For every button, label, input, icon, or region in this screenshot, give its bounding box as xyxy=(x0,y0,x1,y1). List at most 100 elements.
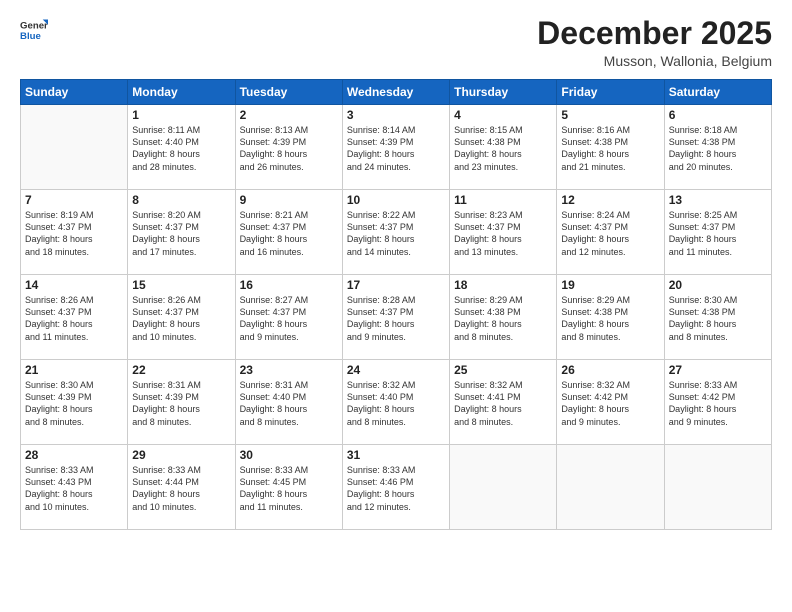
calendar-cell: 7Sunrise: 8:19 AM Sunset: 4:37 PM Daylig… xyxy=(21,190,128,275)
calendar-cell: 20Sunrise: 8:30 AM Sunset: 4:38 PM Dayli… xyxy=(664,275,771,360)
column-header-saturday: Saturday xyxy=(664,80,771,105)
cell-content: Sunrise: 8:33 AM Sunset: 4:42 PM Dayligh… xyxy=(669,379,767,428)
calendar-cell: 14 Sunrise: 8:26 AM Sunset: 4:37 PM Dayli… xyxy=(21,275,128,360)
svg-text:Blue: Blue xyxy=(20,31,41,42)
day-number: 31 xyxy=(347,448,445,462)
column-header-tuesday: Tuesday xyxy=(235,80,342,105)
cell-content: Sunrise: 8:19 AM Sunset: 4:37 PM Dayligh… xyxy=(25,209,123,258)
cell-content: Sunrise: 8:18 AM Sunset: 4:38 PM Dayligh… xyxy=(669,124,767,173)
calendar-cell: 17 Sunrise: 8:28 AM Sunset: 4:37 PM Dayli… xyxy=(342,275,449,360)
calendar-week-1: 1 Sunrise: 8:11 AM Sunset: 4:40 PM Daylig… xyxy=(21,105,772,190)
day-number: 1 xyxy=(132,108,230,122)
column-header-monday: Monday xyxy=(128,80,235,105)
cell-content: Sunrise: 8:32 AM Sunset: 4:42 PM Dayligh… xyxy=(561,379,659,428)
calendar-cell: 5Sunrise: 8:16 AM Sunset: 4:38 PM Daylig… xyxy=(557,105,664,190)
cell-content: Sunrise: 8:21 AM Sunset: 4:37 PM Dayligh… xyxy=(240,209,338,258)
cell-content: Sunrise: 8:30 AM Sunset: 4:39 PM Dayligh… xyxy=(25,379,123,428)
calendar-week-5: 28 Sunrise: 8:33 AM Sunset: 4:43 PM Dayli… xyxy=(21,445,772,530)
calendar-cell: 30 Sunrise: 8:33 AM Sunset: 4:45 PM Dayli… xyxy=(235,445,342,530)
day-number: 10 xyxy=(347,193,445,207)
cell-content: Sunrise: 8:26 AM Sunset: 4:37 PM Dayligh… xyxy=(132,294,230,343)
day-number: 11 xyxy=(454,193,552,207)
day-number: 20 xyxy=(669,278,767,292)
calendar-cell: 8 Sunrise: 8:20 AM Sunset: 4:37 PM Daylig… xyxy=(128,190,235,275)
calendar-cell: 27Sunrise: 8:33 AM Sunset: 4:42 PM Dayli… xyxy=(664,360,771,445)
calendar-cell: 26 Sunrise: 8:32 AM Sunset: 4:42 PM Dayli… xyxy=(557,360,664,445)
day-number: 14 xyxy=(25,278,123,292)
day-number: 17 xyxy=(347,278,445,292)
cell-content: Sunrise: 8:20 AM Sunset: 4:37 PM Dayligh… xyxy=(132,209,230,258)
calendar-cell: 28 Sunrise: 8:33 AM Sunset: 4:43 PM Dayli… xyxy=(21,445,128,530)
cell-content: Sunrise: 8:25 AM Sunset: 4:37 PM Dayligh… xyxy=(669,209,767,258)
calendar-cell: 9Sunrise: 8:21 AM Sunset: 4:37 PM Daylig… xyxy=(235,190,342,275)
calendar-week-4: 21Sunrise: 8:30 AM Sunset: 4:39 PM Dayli… xyxy=(21,360,772,445)
calendar-cell: 18Sunrise: 8:29 AM Sunset: 4:38 PM Dayli… xyxy=(450,275,557,360)
column-header-wednesday: Wednesday xyxy=(342,80,449,105)
cell-content: Sunrise: 8:22 AM Sunset: 4:37 PM Dayligh… xyxy=(347,209,445,258)
svg-text:General: General xyxy=(20,20,48,31)
calendar-cell: 19Sunrise: 8:29 AM Sunset: 4:38 PM Dayli… xyxy=(557,275,664,360)
day-number: 26 xyxy=(561,363,659,377)
calendar-cell: 22 Sunrise: 8:31 AM Sunset: 4:39 PM Dayli… xyxy=(128,360,235,445)
day-number: 22 xyxy=(132,363,230,377)
cell-content: Sunrise: 8:31 AM Sunset: 4:40 PM Dayligh… xyxy=(240,379,338,428)
calendar-cell: 13 Sunrise: 8:25 AM Sunset: 4:37 PM Dayli… xyxy=(664,190,771,275)
calendar-cell: 1 Sunrise: 8:11 AM Sunset: 4:40 PM Daylig… xyxy=(128,105,235,190)
calendar-cell xyxy=(557,445,664,530)
day-number: 2 xyxy=(240,108,338,122)
day-number: 25 xyxy=(454,363,552,377)
day-number: 4 xyxy=(454,108,552,122)
day-number: 16 xyxy=(240,278,338,292)
cell-content: Sunrise: 8:13 AM Sunset: 4:39 PM Dayligh… xyxy=(240,124,338,173)
calendar-cell: 10 Sunrise: 8:22 AM Sunset: 4:37 PM Dayli… xyxy=(342,190,449,275)
day-number: 8 xyxy=(132,193,230,207)
cell-content: Sunrise: 8:28 AM Sunset: 4:37 PM Dayligh… xyxy=(347,294,445,343)
column-header-thursday: Thursday xyxy=(450,80,557,105)
day-number: 6 xyxy=(669,108,767,122)
calendar-cell: 12 Sunrise: 8:24 AM Sunset: 4:37 PM Dayli… xyxy=(557,190,664,275)
cell-content: Sunrise: 8:16 AM Sunset: 4:38 PM Dayligh… xyxy=(561,124,659,173)
calendar-header-row: SundayMondayTuesdayWednesdayThursdayFrid… xyxy=(21,80,772,105)
cell-content: Sunrise: 8:29 AM Sunset: 4:38 PM Dayligh… xyxy=(561,294,659,343)
cell-content: Sunrise: 8:24 AM Sunset: 4:37 PM Dayligh… xyxy=(561,209,659,258)
calendar-week-3: 14 Sunrise: 8:26 AM Sunset: 4:37 PM Dayli… xyxy=(21,275,772,360)
cell-content: Sunrise: 8:23 AM Sunset: 4:37 PM Dayligh… xyxy=(454,209,552,258)
cell-content: Sunrise: 8:31 AM Sunset: 4:39 PM Dayligh… xyxy=(132,379,230,428)
calendar-cell: 25Sunrise: 8:32 AM Sunset: 4:41 PM Dayli… xyxy=(450,360,557,445)
cell-content: Sunrise: 8:29 AM Sunset: 4:38 PM Dayligh… xyxy=(454,294,552,343)
calendar-cell: 21Sunrise: 8:30 AM Sunset: 4:39 PM Dayli… xyxy=(21,360,128,445)
calendar-cell: 15Sunrise: 8:26 AM Sunset: 4:37 PM Dayli… xyxy=(128,275,235,360)
calendar-cell: 31 Sunrise: 8:33 AM Sunset: 4:46 PM Dayli… xyxy=(342,445,449,530)
cell-content: Sunrise: 8:33 AM Sunset: 4:46 PM Dayligh… xyxy=(347,464,445,513)
day-number: 23 xyxy=(240,363,338,377)
column-header-sunday: Sunday xyxy=(21,80,128,105)
calendar-cell: 4 Sunrise: 8:15 AM Sunset: 4:38 PM Daylig… xyxy=(450,105,557,190)
cell-content: Sunrise: 8:33 AM Sunset: 4:43 PM Dayligh… xyxy=(25,464,123,513)
calendar-cell: 2 Sunrise: 8:13 AM Sunset: 4:39 PM Daylig… xyxy=(235,105,342,190)
calendar-cell xyxy=(664,445,771,530)
logo: General Blue xyxy=(20,16,48,44)
cell-content: Sunrise: 8:33 AM Sunset: 4:45 PM Dayligh… xyxy=(240,464,338,513)
calendar-table: SundayMondayTuesdayWednesdayThursdayFrid… xyxy=(20,79,772,530)
day-number: 30 xyxy=(240,448,338,462)
calendar-cell: 3 Sunrise: 8:14 AM Sunset: 4:39 PM Daylig… xyxy=(342,105,449,190)
calendar-cell: 16Sunrise: 8:27 AM Sunset: 4:37 PM Dayli… xyxy=(235,275,342,360)
cell-content: Sunrise: 8:11 AM Sunset: 4:40 PM Dayligh… xyxy=(132,124,230,173)
calendar-cell: 29 Sunrise: 8:33 AM Sunset: 4:44 PM Dayli… xyxy=(128,445,235,530)
cell-content: Sunrise: 8:26 AM Sunset: 4:37 PM Dayligh… xyxy=(25,294,123,343)
cell-content: Sunrise: 8:14 AM Sunset: 4:39 PM Dayligh… xyxy=(347,124,445,173)
day-number: 28 xyxy=(25,448,123,462)
calendar-cell xyxy=(450,445,557,530)
calendar-cell xyxy=(21,105,128,190)
day-number: 13 xyxy=(669,193,767,207)
location-subtitle: Musson, Wallonia, Belgium xyxy=(537,53,772,69)
month-title: December 2025 xyxy=(537,16,772,51)
calendar-week-2: 7Sunrise: 8:19 AM Sunset: 4:37 PM Daylig… xyxy=(21,190,772,275)
column-header-friday: Friday xyxy=(557,80,664,105)
cell-content: Sunrise: 8:33 AM Sunset: 4:44 PM Dayligh… xyxy=(132,464,230,513)
cell-content: Sunrise: 8:15 AM Sunset: 4:38 PM Dayligh… xyxy=(454,124,552,173)
day-number: 24 xyxy=(347,363,445,377)
day-number: 29 xyxy=(132,448,230,462)
day-number: 12 xyxy=(561,193,659,207)
day-number: 3 xyxy=(347,108,445,122)
